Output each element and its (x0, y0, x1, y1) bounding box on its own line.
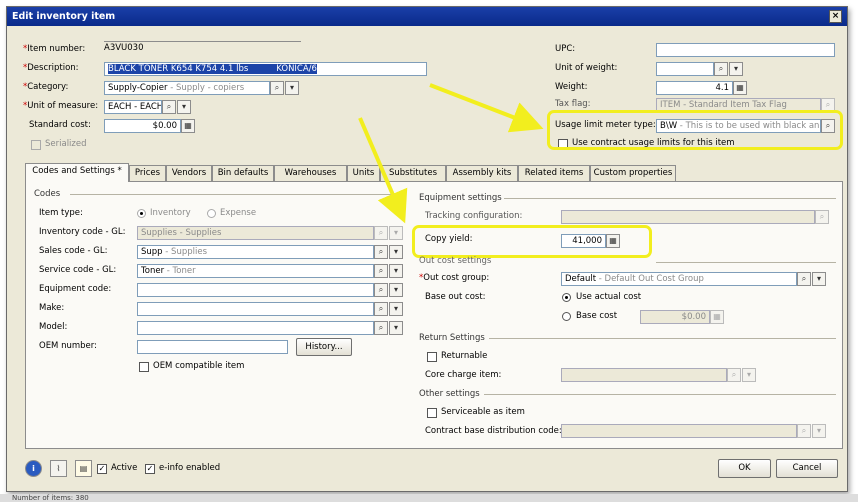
tab-codes-settings[interactable]: Codes and Settings * (25, 163, 129, 182)
status-bar: Number of items: 380 (0, 494, 858, 502)
annotation-arrows (358, 83, 544, 224)
arrow-to-usage-limit (429, 83, 544, 133)
arrow-to-copy-yield (358, 117, 408, 224)
screenshot-frame: Edit inventory item × *Item number: A3VU… (0, 0, 858, 502)
